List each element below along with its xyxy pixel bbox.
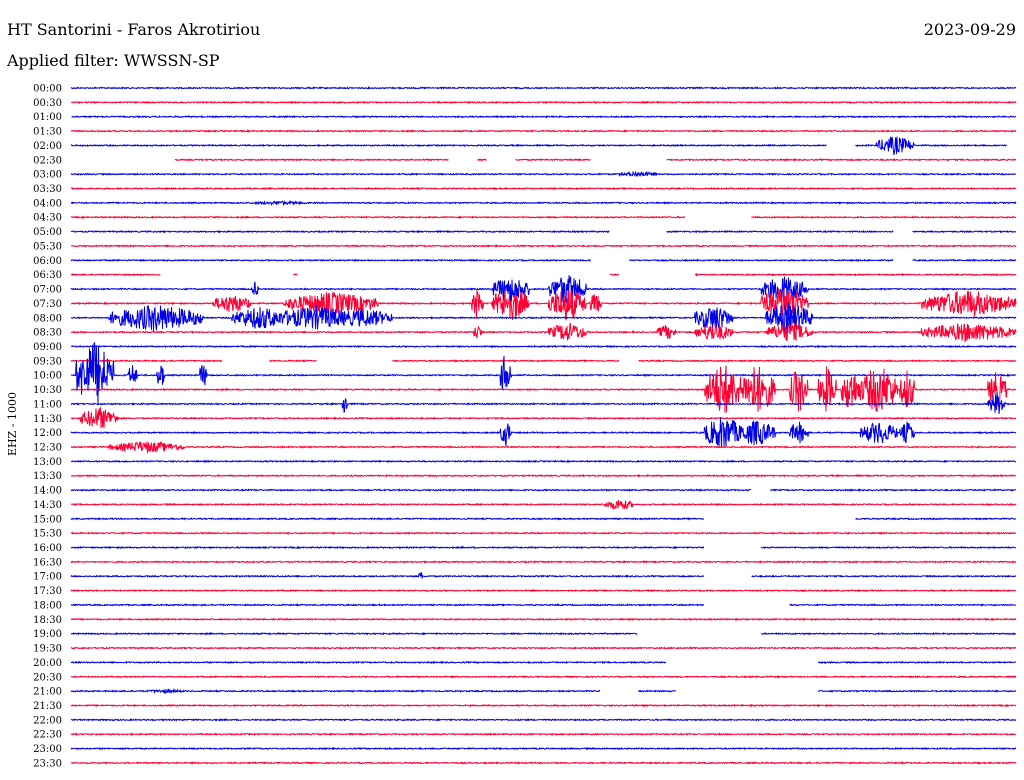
row-time-label: 11:00 [33,399,62,410]
trace-row [70,760,1017,765]
trace-row [70,588,1016,593]
trace-row [70,703,1017,708]
row-time-label: 03:30 [33,184,62,195]
row-time-label: 20:00 [33,658,62,669]
row-time-label: 01:30 [33,127,62,138]
row-time-label: 16:30 [33,557,62,568]
trace-row [70,365,1017,413]
trace-row [70,417,1017,449]
time-axis: 00:00 00:30 01:00 01:30 02:00 02:30 03:00 03:30… [33,84,62,770]
channel-label: EHZ - 1000 [6,392,19,456]
row-time-label: 18:00 [33,600,62,611]
row-time-label: 05:00 [33,227,62,238]
row-time-label: 06:00 [33,256,62,267]
row-time-label: 20:30 [33,672,62,683]
trace-row [70,302,1017,334]
row-time-label: 17:00 [33,572,62,583]
trace-row [70,516,1017,521]
row-time-label: 08:00 [33,313,62,324]
trace-row [174,157,1017,162]
trace-row [70,129,1017,133]
row-time-label: 19:00 [33,629,62,640]
row-time-label: 09:00 [33,342,62,353]
trace-row [70,746,1017,751]
row-time-label: 04:00 [33,198,62,209]
trace-row [70,186,1017,191]
trace-row [70,170,1017,178]
row-time-label: 22:00 [33,715,62,726]
trace-row [70,559,1017,564]
trace-row [70,545,1017,550]
trace-row [70,617,1017,622]
trace-row [70,732,1017,737]
row-time-label: 00:30 [33,98,62,109]
trace-row [70,86,1017,90]
trace-row [70,200,1017,207]
trace-row [70,603,1017,607]
row-time-label: 12:30 [33,443,62,454]
trace-row [70,100,1017,105]
row-time-label: 15:00 [33,514,62,525]
trace-row [71,440,1017,454]
trace-row [70,473,1017,478]
trace-row [70,687,1017,695]
row-time-label: 14:00 [33,486,62,497]
row-time-label: 10:30 [33,385,62,396]
trace-row [70,500,1017,510]
row-time-label: 15:30 [33,529,62,540]
trace-row [70,229,1017,234]
row-time-label: 00:00 [33,84,62,95]
row-time-label: 17:30 [33,586,62,597]
row-time-label: 18:30 [33,615,62,626]
row-time-label: 02:30 [33,155,62,166]
row-time-label: 22:30 [33,730,62,741]
trace-row [70,136,1007,156]
trace-row [70,344,1017,349]
trace-row [71,244,1017,248]
trace-row [70,359,1017,363]
row-time-label: 11:30 [33,414,62,425]
row-time-label: 10:00 [33,371,62,382]
trace-row [70,717,1017,722]
trace-row [71,288,1017,321]
row-time-label: 03:00 [33,170,62,181]
row-time-label: 23:00 [33,744,62,755]
trace-row [71,114,1017,119]
trace-row [70,488,1017,492]
row-time-label: 13:00 [33,457,62,468]
row-time-label: 12:00 [33,428,62,439]
row-time-label: 14:30 [33,500,62,511]
trace-row [70,631,1017,636]
trace-row [70,258,1017,263]
row-time-label: 21:00 [33,687,62,698]
row-time-label: 09:30 [33,356,62,367]
trace-row [70,646,1017,650]
row-time-label: 23:30 [33,758,62,769]
trace-row [70,572,1017,579]
row-time-label: 19:30 [33,644,62,655]
trace-row [70,272,1017,277]
helicorder-plot: 00:00 00:30 01:00 01:30 02:00 02:30 03:00 03:30… [6,84,1017,770]
row-time-label: 01:00 [33,112,62,123]
trace-row [70,322,1017,343]
seismic-traces [70,86,1017,765]
trace-row [70,459,1017,464]
row-time-label: 16:00 [33,543,62,554]
trace-row [70,407,1017,429]
row-time-label: 06:30 [33,270,62,281]
row-time-label: 02:00 [33,141,62,152]
trace-row [70,215,1017,219]
trace-row [70,674,1017,679]
trace-row [70,660,1017,665]
trace-row [70,531,1017,535]
row-time-label: 13:30 [33,471,62,482]
trace-row [70,275,1017,304]
row-time-label: 21:30 [33,701,62,712]
row-time-label: 08:30 [33,328,62,339]
row-time-label: 04:30 [33,213,62,224]
row-time-label: 07:30 [33,299,62,310]
row-time-label: 05:30 [33,241,62,252]
row-time-label: 07:00 [33,285,62,296]
